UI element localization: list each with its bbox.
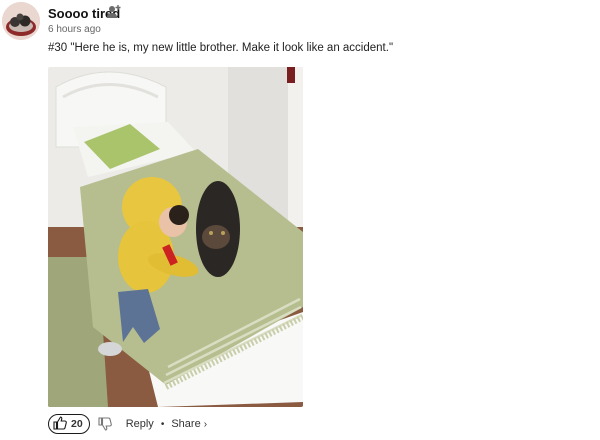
reply-button[interactable]: Reply [126, 418, 154, 430]
thumbs-up-icon [53, 415, 67, 433]
separator-dot: • [160, 418, 165, 430]
upvote-count: 20 [71, 418, 83, 430]
timestamp: 6 hours ago [48, 24, 101, 35]
share-label: Share [171, 418, 201, 430]
post-image[interactable] [48, 67, 303, 407]
add-user-icon[interactable] [106, 4, 122, 20]
thumbs-down-icon[interactable] [98, 416, 114, 432]
avatar[interactable] [2, 2, 40, 40]
upvote-button[interactable]: 20 [48, 414, 90, 434]
chevron-right-icon: › [203, 418, 208, 430]
share-button[interactable]: Share › [171, 418, 207, 430]
comment-text: #30 "Here he is, my new little brother. … [48, 42, 394, 54]
comment-actions: 20 Reply • Share › [48, 414, 207, 434]
